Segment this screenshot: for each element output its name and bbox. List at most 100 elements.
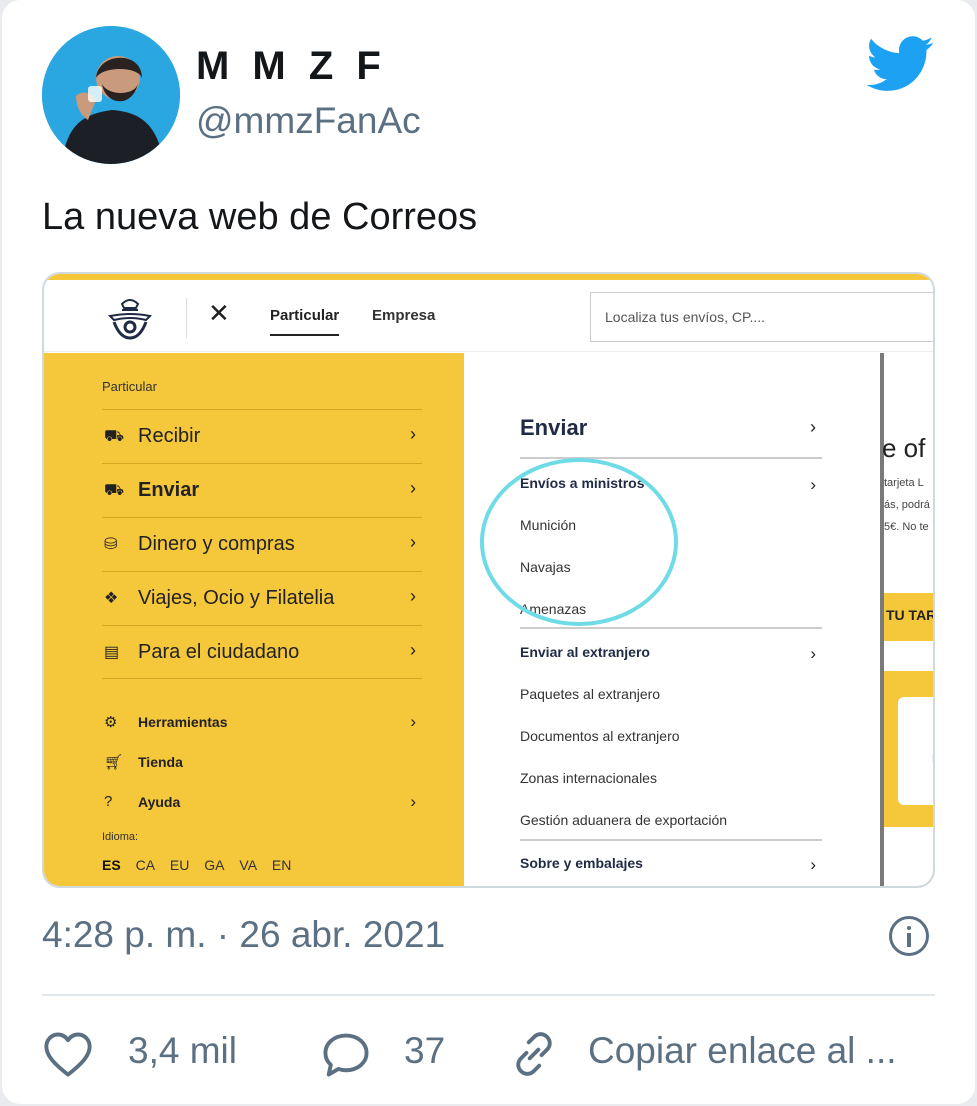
lang-en[interactable]: EN xyxy=(272,857,291,873)
user-handle[interactable]: @mmzFanAc xyxy=(196,100,421,142)
menu-item-recibir[interactable]: ⛟ Recibir › xyxy=(102,409,422,463)
display-name[interactable]: M M Z F xyxy=(196,44,387,89)
menu-item-label: Viajes, Ocio y Filatelia xyxy=(138,587,335,609)
correos-logo-icon[interactable] xyxy=(106,294,154,342)
reply-count: 37 xyxy=(404,1030,446,1071)
hand-drawn-circle xyxy=(480,458,678,626)
chevron-right-icon: › xyxy=(410,712,416,731)
like-button[interactable]: 3,4 mil xyxy=(42,1024,262,1084)
tool-label: Ayuda xyxy=(138,794,181,810)
menu-item-label: Recibir xyxy=(138,425,201,447)
search-input[interactable]: Localiza tus envíos, CP.... xyxy=(590,292,933,342)
submenu-row-zonas[interactable]: Zonas internacionales xyxy=(520,770,822,800)
twitter-bird-icon[interactable] xyxy=(867,36,935,92)
footer-divider xyxy=(42,994,935,996)
chevron-right-icon: › xyxy=(410,640,416,660)
topbar-separator xyxy=(186,298,187,338)
chevron-right-icon: › xyxy=(810,417,816,437)
correos-topbar: ✕ Particular Empresa Localiza tus envíos… xyxy=(44,280,933,352)
copy-link-button[interactable]: Copiar enlace al ... xyxy=(508,1024,928,1084)
submenu-heading-label: Enviar xyxy=(520,415,588,440)
background-line: tarjeta L xyxy=(884,477,924,489)
menu-item-ayuda[interactable]: ? Ayuda › xyxy=(102,789,422,819)
menu-item-herramientas[interactable]: ⚙ Herramientas › xyxy=(102,709,422,739)
search-placeholder: Localiza tus envíos, CP.... xyxy=(605,309,766,325)
chevron-right-icon: › xyxy=(410,586,416,606)
tool-label: Herramientas xyxy=(138,714,228,730)
background-banner: E xyxy=(884,671,933,827)
tab-empresa[interactable]: Empresa xyxy=(372,307,435,324)
submenu-divider xyxy=(520,839,822,841)
submenu-row-label: Documentos al extranjero xyxy=(520,728,680,744)
chevron-right-icon: › xyxy=(410,532,416,552)
lang-va[interactable]: VA xyxy=(239,857,257,873)
submenu-divider xyxy=(520,627,822,629)
heart-icon xyxy=(44,1032,92,1077)
submenu-row-paquetes[interactable]: Paquetes al extranjero xyxy=(520,686,822,716)
tweet-text: La nueva web de Correos xyxy=(42,196,478,238)
tool-label: Tienda xyxy=(138,754,183,770)
submenu-row-sobres[interactable]: Sobre y embalajes › xyxy=(520,855,822,885)
lang-ca[interactable]: CA xyxy=(136,857,155,873)
submenu-row-aduanera[interactable]: Gestión aduanera de exportación xyxy=(520,812,822,842)
chevron-right-icon: › xyxy=(810,475,816,494)
submenu-row-documentos[interactable]: Documentos al extranjero xyxy=(520,728,822,758)
chevron-right-icon: › xyxy=(410,478,416,498)
background-heading: e of xyxy=(882,433,926,463)
tweet-media-image[interactable]: ✕ Particular Empresa Localiza tus envíos… xyxy=(42,272,935,888)
copy-link-label: Copiar enlace al ... xyxy=(588,1030,897,1071)
tweet-timestamp[interactable]: 4:28 p. m. · 26 abr. 2021 xyxy=(42,914,445,956)
submenu-row-label: Paquetes al extranjero xyxy=(520,686,661,702)
stamp-icon: ❖ xyxy=(104,590,119,607)
menu-item-label: Enviar xyxy=(138,479,200,501)
help-icon: ? xyxy=(104,793,113,810)
reply-icon xyxy=(323,1033,369,1077)
cart-icon: 🛒︎ xyxy=(104,754,124,771)
menu-item-ciudadano[interactable]: ▤ Para el ciudadano › xyxy=(102,625,422,679)
chevron-right-icon: › xyxy=(810,855,816,874)
background-line: 5€. No te xyxy=(884,521,929,533)
close-icon[interactable]: ✕ xyxy=(208,298,230,329)
link-icon xyxy=(516,1032,552,1076)
document-icon: ▤ xyxy=(104,644,120,661)
left-menu-title: Particular xyxy=(102,379,157,394)
chevron-right-icon: › xyxy=(810,644,816,663)
chevron-right-icon: › xyxy=(410,424,416,444)
lang-eu[interactable]: EU xyxy=(170,857,189,873)
chevron-right-icon: › xyxy=(410,792,416,811)
menu-item-dinero[interactable]: ⛁ Dinero y compras › xyxy=(102,517,422,571)
submenu-row-label: Sobre y embalajes xyxy=(520,855,643,871)
like-count: 3,4 mil xyxy=(128,1030,237,1071)
tweet-card: M M Z F @mmzFanAc La nueva web de Correo… xyxy=(2,0,975,1104)
reply-button[interactable]: 37 xyxy=(320,1024,500,1084)
lang-es[interactable]: ES xyxy=(102,857,121,873)
submenu-row-label: Zonas internacionales xyxy=(520,770,657,786)
menu-item-label: Dinero y compras xyxy=(138,533,295,555)
menu-item-label: Para el ciudadano xyxy=(138,641,300,663)
language-label: Idioma: xyxy=(102,831,139,843)
tweet-actions: 3,4 mil 37 Copiar enlace al ... xyxy=(42,1024,942,1084)
bag-icon: ⛁ xyxy=(104,536,118,553)
submenu-row-label: Enviar al extranjero xyxy=(520,644,650,660)
background-button: TU TAR xyxy=(884,593,935,641)
submenu-row-extranjero[interactable]: Enviar al extranjero › xyxy=(520,644,822,674)
background-button-label: TU TAR xyxy=(886,607,935,623)
menu-item-tienda[interactable]: 🛒︎ Tienda xyxy=(102,749,422,779)
menu-item-viajes[interactable]: ❖ Viajes, Ocio y Filatelia › xyxy=(102,571,422,625)
background-page-clip: e of tarjeta L ás, podrá 5€. No te TU TA… xyxy=(880,353,935,886)
lang-ga[interactable]: GA xyxy=(204,857,224,873)
submenu-heading[interactable]: Enviar › xyxy=(520,415,822,459)
gear-icon: ⚙ xyxy=(104,714,118,731)
background-letter: E xyxy=(932,753,933,765)
truck-icon: ⛟ xyxy=(104,482,125,499)
submenu-row-label: Gestión aduanera de exportación xyxy=(520,812,728,828)
info-icon[interactable] xyxy=(889,916,929,956)
left-menu: Particular ⛟ Recibir › ⛟ Enviar › ⛁ Dine… xyxy=(44,353,464,886)
language-list: ES CA EU GA VA EN xyxy=(102,857,302,873)
avatar[interactable] xyxy=(42,26,180,164)
background-line: ás, podrá xyxy=(884,499,930,511)
tab-particular[interactable]: Particular xyxy=(270,307,340,336)
menu-item-enviar[interactable]: ⛟ Enviar › xyxy=(102,463,422,517)
box-icon: ⛟ xyxy=(104,428,125,445)
background-card xyxy=(898,697,933,805)
